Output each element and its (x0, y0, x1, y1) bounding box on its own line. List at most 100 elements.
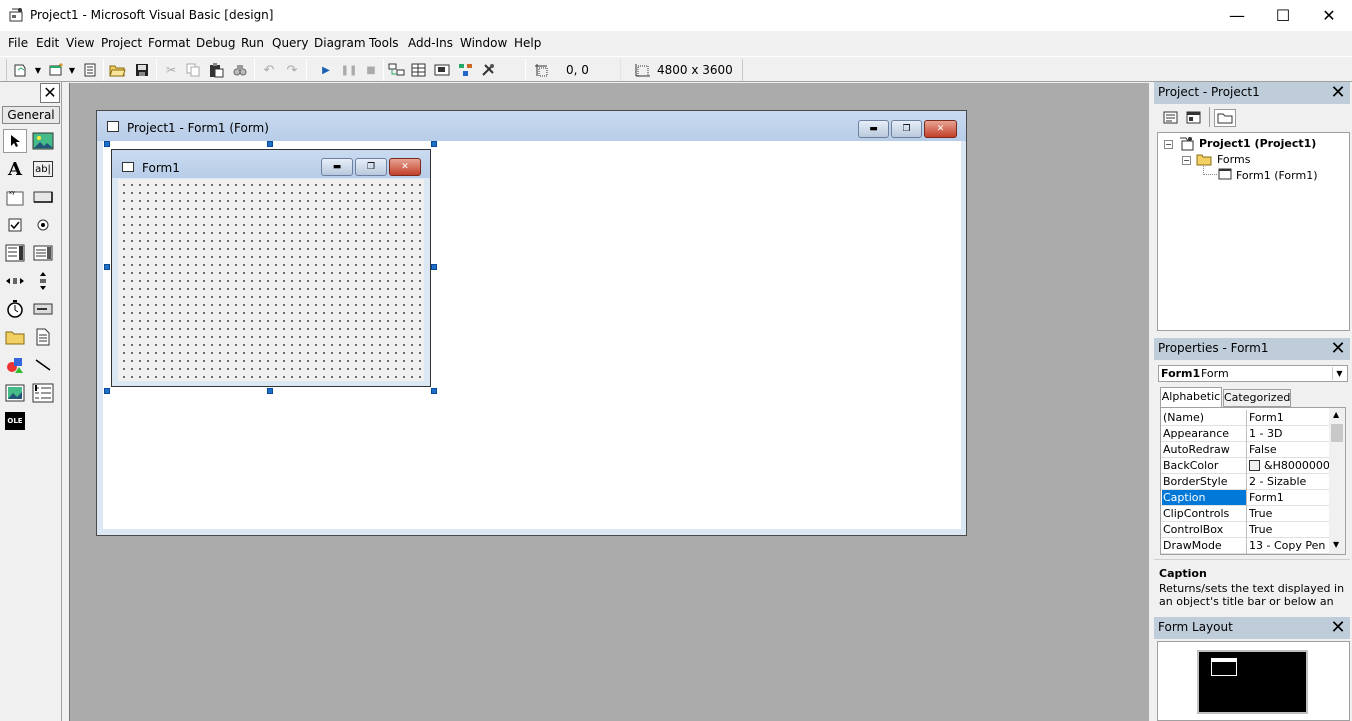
collapse-icon[interactable]: − (1164, 140, 1173, 149)
property-row[interactable]: Appearance 1 - 3D (1161, 426, 1329, 442)
project-explorer-icon[interactable] (387, 60, 407, 80)
menu-diagram[interactable]: Diagram (314, 36, 366, 50)
commandbutton-icon[interactable] (31, 185, 55, 209)
add-form-dropdown-icon[interactable]: ▼ (66, 60, 78, 80)
menu-project[interactable]: Project (101, 36, 142, 50)
tab-categorized[interactable]: Categorized (1223, 389, 1291, 407)
timer-icon[interactable] (3, 297, 27, 321)
properties-panel-close-button[interactable]: ✕ (1328, 339, 1348, 359)
end-icon[interactable]: ■ (361, 60, 381, 80)
drivelistbox-icon[interactable] (31, 297, 55, 321)
pointer-icon[interactable] (3, 129, 27, 153)
close-button[interactable]: ✕ (1306, 0, 1352, 31)
property-row[interactable]: ClipControls True (1161, 506, 1329, 522)
filelistbox-icon[interactable] (31, 325, 55, 349)
form-position-preview[interactable] (1211, 658, 1237, 676)
resize-handle-s[interactable] (267, 388, 273, 394)
view-object-icon[interactable] (1185, 109, 1203, 127)
chevron-down-icon[interactable]: ▼ (1332, 367, 1346, 380)
hscrollbar-icon[interactable] (3, 269, 27, 293)
minimize-button[interactable]: — (1214, 0, 1260, 31)
resize-handle-se[interactable] (431, 388, 437, 394)
menu-file[interactable]: File (8, 36, 28, 50)
scroll-down-icon[interactable]: ▼ (1333, 540, 1339, 549)
shape-icon[interactable] (3, 353, 27, 377)
tree-project-root[interactable]: Project1 (Project1) (1199, 137, 1316, 150)
textbox-icon[interactable]: ab| (33, 161, 53, 177)
frame-icon[interactable]: xy (3, 185, 27, 209)
property-row[interactable]: DrawMode 13 - Copy Pen (1161, 538, 1329, 554)
designer-restore-button[interactable]: ❐ (891, 120, 922, 138)
label-icon[interactable]: A (3, 157, 27, 181)
form1[interactable]: Form1 ▬ ❐ ✕ (111, 149, 431, 387)
project-panel-close-button[interactable]: ✕ (1328, 83, 1348, 103)
menu-view[interactable]: View (66, 36, 94, 50)
image-icon[interactable] (3, 381, 27, 405)
form-layout-window-icon[interactable] (433, 60, 453, 80)
vb-app-icon[interactable] (8, 6, 26, 24)
toolbox-tab-general[interactable]: General (2, 106, 60, 124)
toolbar-grip[interactable] (6, 59, 7, 81)
open-project-icon[interactable] (108, 60, 128, 80)
menu-query[interactable]: Query (272, 36, 308, 50)
form-layout-panel-close-button[interactable]: ✕ (1328, 618, 1348, 638)
optionbutton-icon[interactable] (31, 213, 55, 237)
add-project-icon[interactable] (12, 60, 32, 80)
menu-editor-icon[interactable] (80, 60, 100, 80)
property-grid-scrollbar[interactable]: ▲ ▼ (1329, 408, 1345, 554)
tree-folder-forms[interactable]: Forms (1217, 153, 1250, 166)
find-icon[interactable] (230, 60, 250, 80)
maximize-button[interactable]: ☐ (1260, 0, 1306, 31)
menu-run[interactable]: Run (241, 36, 264, 50)
property-row-selected[interactable]: Caption Form1 (1161, 490, 1329, 506)
designer-minimize-button[interactable]: ▬ (858, 120, 889, 138)
tab-alphabetic[interactable]: Alphabetic (1160, 387, 1222, 407)
tree-item-form1[interactable]: Form1 (Form1) (1236, 169, 1318, 182)
checkbox-icon[interactable] (3, 213, 27, 237)
listbox-icon[interactable] (31, 241, 55, 265)
property-row[interactable]: (Name) Form1 (1161, 410, 1329, 426)
form1-grid-surface[interactable] (118, 179, 424, 381)
toggle-folders-icon[interactable] (1214, 109, 1236, 127)
dirlistbox-icon[interactable] (3, 325, 27, 349)
menu-debug[interactable]: Debug (196, 36, 235, 50)
data-icon[interactable] (31, 381, 55, 405)
toolbox-toggle-icon[interactable] (479, 60, 499, 80)
property-row[interactable]: BorderStyle 2 - Sizable (1161, 474, 1329, 490)
menu-tools[interactable]: Tools (369, 36, 399, 50)
resize-handle-w[interactable] (104, 264, 110, 270)
resize-handle-n[interactable] (267, 141, 273, 147)
ole-icon[interactable]: OLE (5, 412, 25, 430)
menu-help[interactable]: Help (514, 36, 541, 50)
object-selector[interactable]: Form1 Form ▼ (1158, 365, 1348, 382)
resize-handle-nw[interactable] (104, 141, 110, 147)
resize-handle-sw[interactable] (104, 388, 110, 394)
cut-icon[interactable]: ✂ (161, 60, 181, 80)
menu-add-ins[interactable]: Add-Ins (408, 36, 453, 50)
resize-handle-ne[interactable] (431, 141, 437, 147)
toolbox-close-button[interactable]: ✕ (40, 83, 60, 103)
collapse-icon[interactable]: − (1182, 156, 1191, 165)
menu-edit[interactable]: Edit (36, 36, 59, 50)
redo-icon[interactable]: ↷ (282, 60, 302, 80)
add-project-dropdown-icon[interactable]: ▼ (32, 60, 44, 80)
break-icon[interactable]: ❚❚ (339, 60, 359, 80)
undo-icon[interactable]: ↶ (259, 60, 279, 80)
properties-window-icon[interactable] (409, 60, 429, 80)
property-row[interactable]: BackColor &H8000000F (1161, 458, 1329, 474)
menu-window[interactable]: Window (460, 36, 507, 50)
resize-handle-e[interactable] (431, 264, 437, 270)
property-row[interactable]: AutoRedraw False (1161, 442, 1329, 458)
scroll-thumb[interactable] (1331, 424, 1343, 442)
start-icon[interactable]: ▶ (316, 60, 336, 80)
picturebox-icon[interactable] (31, 129, 55, 153)
designer-close-button[interactable]: ✕ (924, 120, 957, 138)
view-code-icon[interactable] (1162, 109, 1180, 127)
menu-format[interactable]: Format (148, 36, 190, 50)
add-form-icon[interactable] (46, 60, 66, 80)
line-icon[interactable] (31, 353, 55, 377)
scroll-up-icon[interactable]: ▲ (1333, 410, 1339, 419)
vscrollbar-icon[interactable] (31, 269, 55, 293)
object-browser-icon[interactable] (456, 60, 476, 80)
property-row[interactable]: ControlBox True (1161, 522, 1329, 538)
